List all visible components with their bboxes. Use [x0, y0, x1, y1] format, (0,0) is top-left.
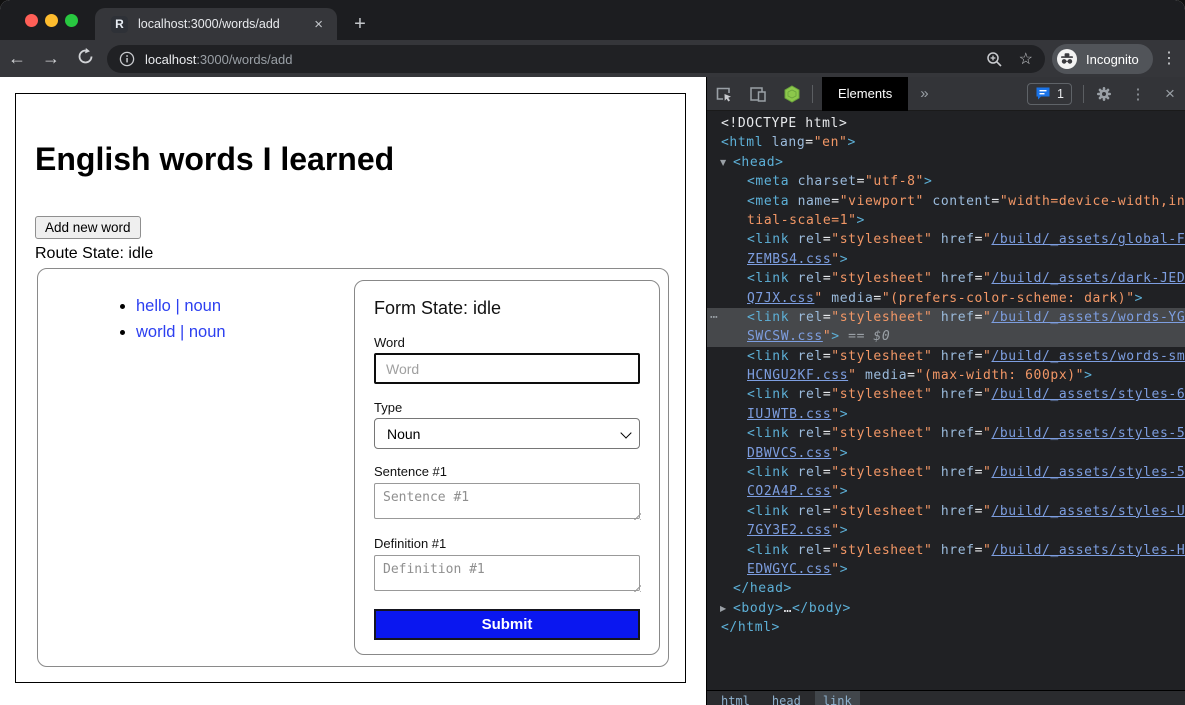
back-button[interactable]: ← — [0, 48, 34, 69]
device-toolbar-icon[interactable] — [741, 85, 775, 103]
expand-arrow-down-icon[interactable]: ▼ — [720, 153, 727, 172]
page-title: English words I learned — [35, 141, 394, 178]
browser-window: R localhost:3000/words/add × + ← → local… — [0, 0, 1185, 705]
submit-button[interactable]: Submit — [374, 609, 640, 640]
code-line[interactable]: ZEMBS4.css"> — [707, 250, 1185, 269]
word-list: hello | noun world | noun — [96, 293, 226, 345]
list-item: hello | noun — [136, 293, 226, 319]
devtools-breadcrumb-bar: html head link — [707, 690, 1185, 705]
tab-close-icon[interactable]: × — [310, 16, 327, 33]
code-line[interactable]: <!DOCTYPE html> — [707, 114, 1185, 133]
browser-toolbar: ← → localhost:3000/words/add ☆ Incognito… — [0, 40, 1185, 77]
word-link-hello[interactable]: hello | noun — [136, 297, 221, 315]
code-line[interactable]: <link rel="stylesheet" href="/build/_ass… — [707, 385, 1185, 404]
code-line[interactable]: Q7JX.css" media="(prefers-color-scheme: … — [707, 289, 1185, 308]
zoom-icon[interactable] — [986, 51, 1003, 68]
code-line[interactable]: <link rel="stylesheet" href="/build/_ass… — [707, 424, 1185, 443]
type-label: Type — [374, 400, 402, 415]
code-line[interactable]: ▼<head> — [707, 153, 1185, 172]
definition-label: Definition #1 — [374, 536, 446, 551]
breadcrumb-link[interactable]: link — [815, 691, 860, 705]
code-line[interactable]: IUJWTB.css"> — [707, 405, 1185, 424]
code-line[interactable]: <link rel="stylesheet" href="/build/_ass… — [707, 502, 1185, 521]
code-line[interactable]: <meta name="viewport" content="width=dev… — [707, 192, 1185, 211]
route-state-text: Route State: idle — [35, 245, 153, 263]
code-line[interactable]: HCNGU2KF.css" media="(max-width: 600px)"… — [707, 366, 1185, 385]
code-line[interactable]: </head> — [707, 579, 1185, 598]
add-new-word-button[interactable]: Add new word — [35, 216, 141, 239]
settings-gear-icon[interactable] — [1087, 85, 1121, 103]
code-line[interactable]: EDWGYC.css"> — [707, 560, 1185, 579]
expand-arrow-right-icon[interactable]: ▶ — [720, 599, 727, 618]
list-item: world | noun — [136, 319, 226, 345]
devtools-close-icon[interactable]: × — [1155, 84, 1185, 104]
minimize-window-button[interactable] — [45, 14, 58, 27]
code-line[interactable]: SWCSW.css"> == $0 — [707, 327, 1185, 346]
browser-menu-button[interactable]: ⋮ — [1158, 48, 1180, 68]
maximize-window-button[interactable] — [65, 14, 78, 27]
code-line[interactable]: <link rel="stylesheet" href="/build/_ass… — [707, 269, 1185, 288]
incognito-icon — [1056, 48, 1078, 70]
devtools-code: <!DOCTYPE html><html lang="en">▼<head><m… — [707, 111, 1185, 690]
code-line[interactable]: <link rel="stylesheet" href="/build/_ass… — [707, 347, 1185, 366]
new-tab-button[interactable]: + — [346, 10, 374, 38]
issues-count: 1 — [1057, 87, 1064, 101]
site-info-icon[interactable] — [119, 51, 135, 67]
type-select[interactable]: Noun — [374, 418, 640, 449]
inspect-element-icon[interactable] — [707, 85, 741, 103]
breadcrumb-head[interactable]: head — [764, 691, 809, 705]
code-line[interactable]: <html lang="en"> — [707, 133, 1185, 152]
code-line[interactable]: </html> — [707, 618, 1185, 637]
devtools-menu-icon[interactable]: ⋮ — [1121, 85, 1155, 103]
code-line[interactable]: ⋯<link rel="stylesheet" href="/build/_as… — [707, 308, 1185, 327]
webpage: English words I learned Add new word Rou… — [0, 77, 706, 705]
code-line[interactable]: 7GY3E2.css"> — [707, 521, 1185, 540]
browser-tab[interactable]: R localhost:3000/words/add × — [95, 8, 337, 40]
code-line[interactable]: tial-scale=1"> — [707, 211, 1185, 230]
incognito-label: Incognito — [1086, 52, 1139, 67]
sentence-textarea[interactable] — [374, 483, 640, 519]
bookmark-star-icon[interactable]: ☆ — [1019, 49, 1033, 69]
code-line[interactable]: <link rel="stylesheet" href="/build/_ass… — [707, 230, 1185, 249]
code-line[interactable]: CO2A4P.css"> — [707, 482, 1185, 501]
nodejs-icon[interactable] — [775, 85, 809, 103]
close-window-button[interactable] — [25, 14, 38, 27]
code-line[interactable]: <link rel="stylesheet" href="/build/_ass… — [707, 541, 1185, 560]
code-line[interactable]: <meta charset="utf-8"> — [707, 172, 1185, 191]
add-word-form: Form State: idle Word Type Noun Sentence… — [354, 280, 660, 655]
breadcrumb-html[interactable]: html — [713, 691, 758, 705]
tab-elements[interactable]: Elements — [822, 77, 908, 111]
incognito-badge: Incognito — [1052, 44, 1153, 74]
more-tabs-button[interactable]: » — [908, 85, 940, 102]
code-line[interactable]: <link rel="stylesheet" href="/build/_ass… — [707, 463, 1185, 482]
app-container: English words I learned Add new word Rou… — [15, 93, 686, 683]
issues-icon — [1035, 86, 1051, 101]
forward-button[interactable]: → — [34, 48, 68, 69]
word-link-world[interactable]: world | noun — [136, 323, 226, 341]
reload-button[interactable] — [68, 48, 102, 70]
issues-counter[interactable]: 1 — [1027, 83, 1072, 105]
word-label: Word — [374, 335, 405, 350]
words-panel: hello | noun world | noun Form State: id… — [37, 268, 669, 667]
tab-strip: R localhost:3000/words/add × + — [0, 0, 1185, 40]
code-line[interactable]: ▶<body>…</body> — [707, 599, 1185, 618]
definition-textarea[interactable] — [374, 555, 640, 591]
tab-title: localhost:3000/words/add — [138, 17, 310, 31]
form-state-text: Form State: idle — [374, 298, 501, 319]
address-bar[interactable]: localhost:3000/words/add ☆ — [107, 45, 1045, 73]
code-line[interactable]: DBWVCS.css"> — [707, 444, 1185, 463]
word-input[interactable] — [374, 353, 640, 384]
devtools-panel: Elements » 1 ⋮ × <!DOCTYPE html><html la… — [706, 77, 1185, 705]
sentence-label: Sentence #1 — [374, 464, 447, 479]
url-text: localhost:3000/words/add — [145, 52, 292, 67]
remix-favicon-icon: R — [111, 16, 128, 33]
devtools-toolbar: Elements » 1 ⋮ × — [707, 77, 1185, 111]
